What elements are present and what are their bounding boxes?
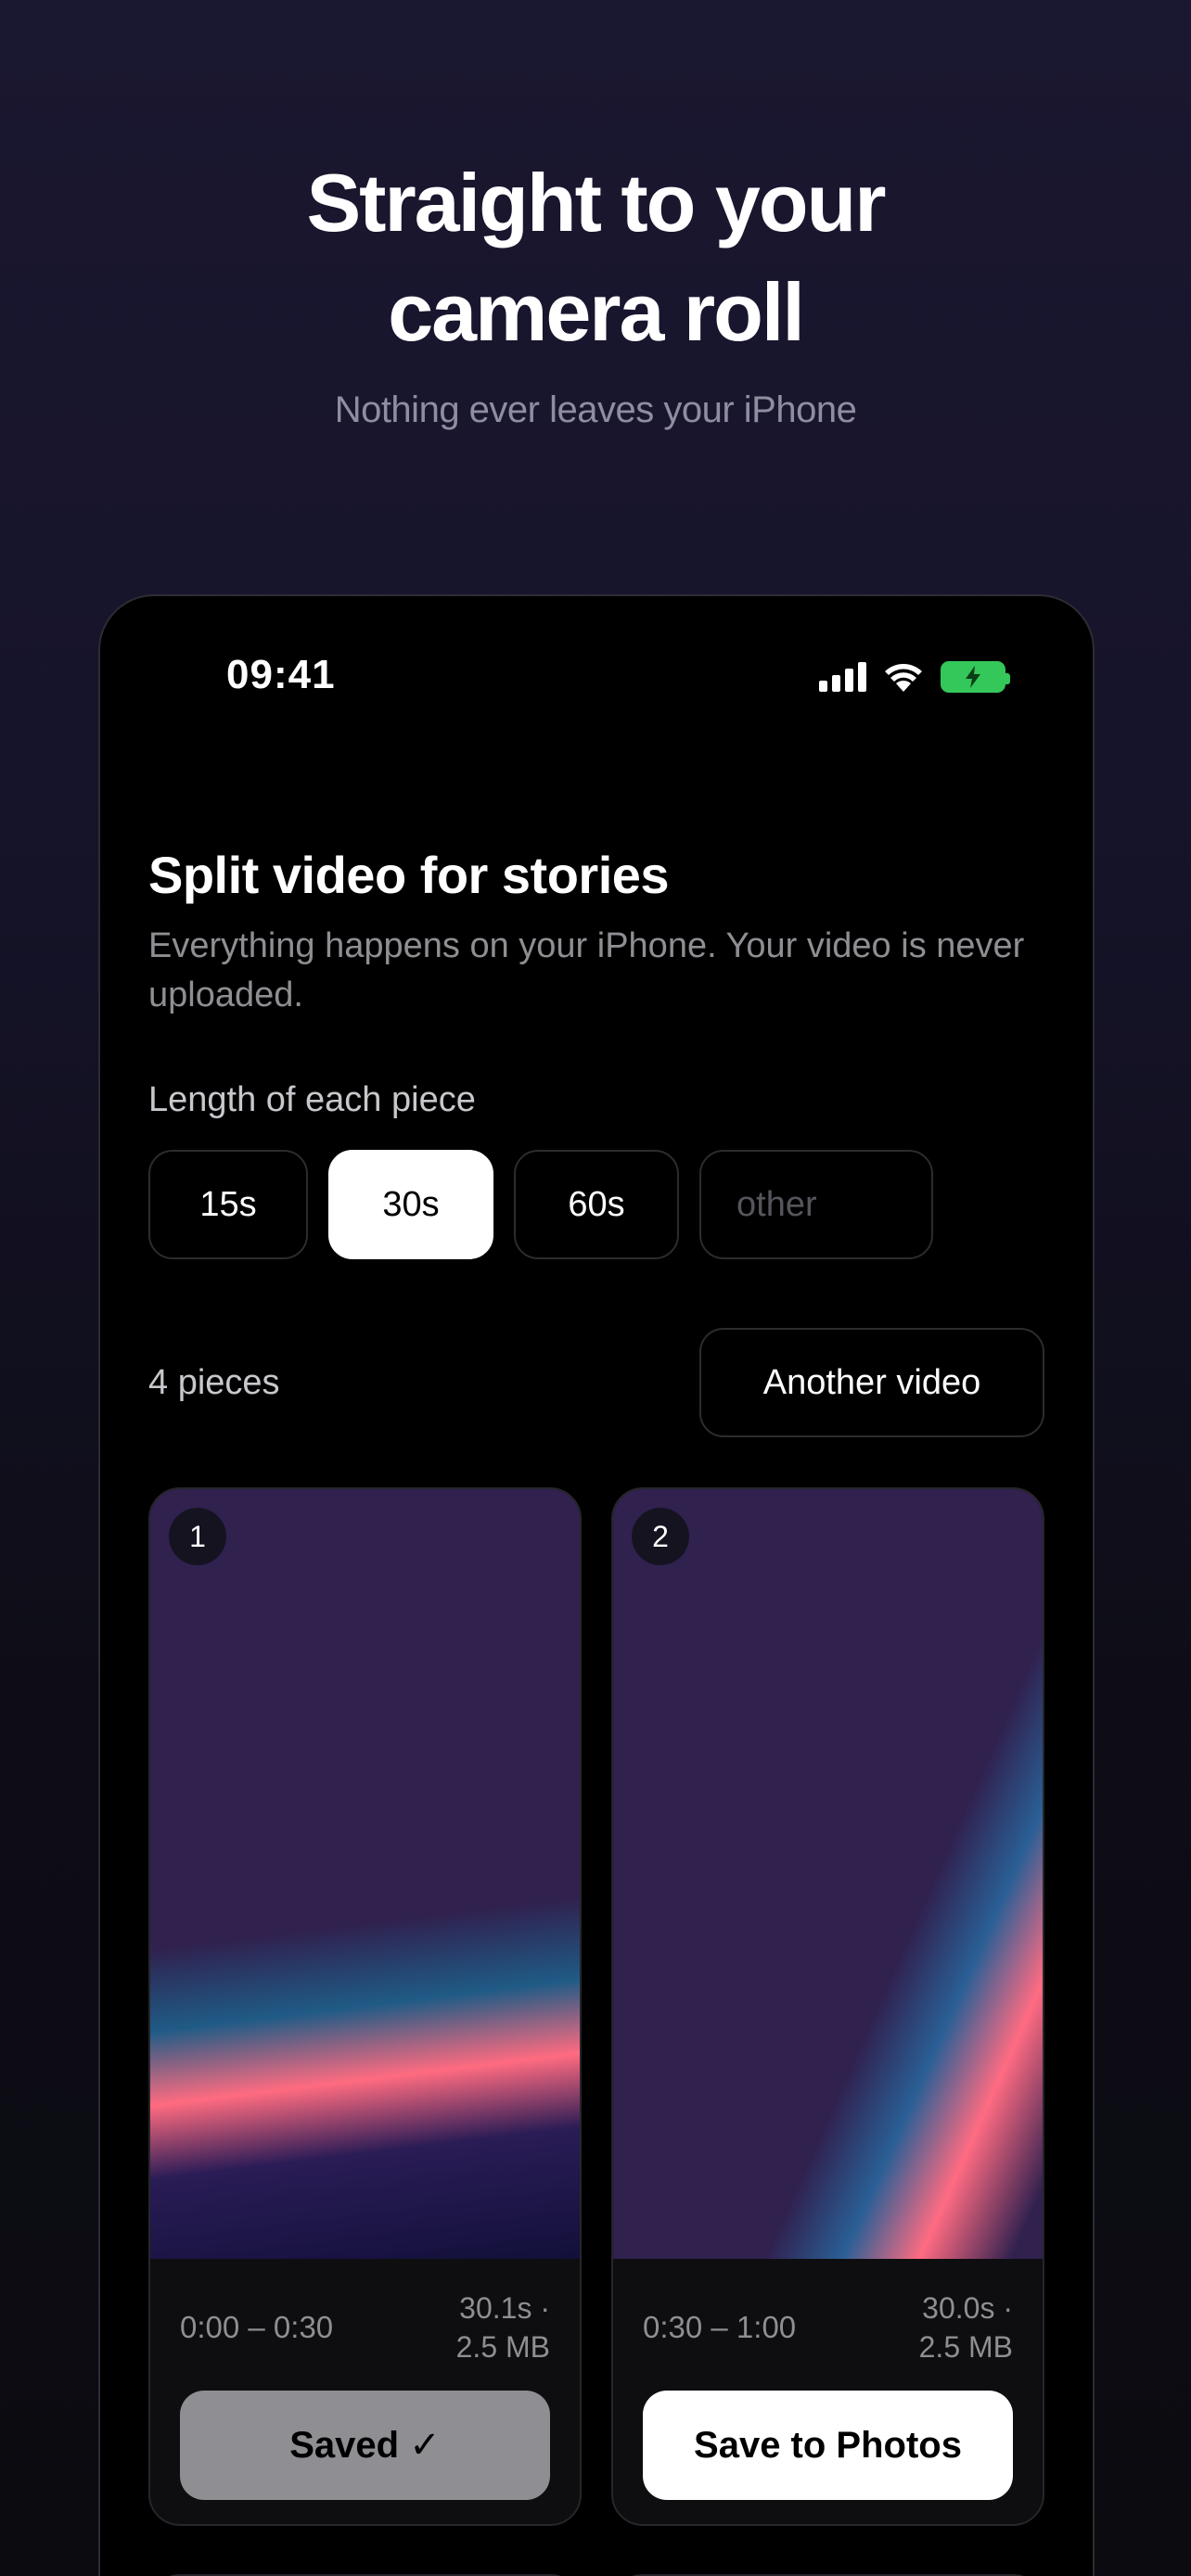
promo-subhead: Nothing ever leaves your iPhone: [334, 389, 857, 430]
length-options: 15s 30s 60s other: [148, 1150, 1044, 1259]
cellular-signal-icon: [819, 662, 866, 692]
length-label: Length of each piece: [148, 1080, 476, 1119]
piece-number-badge: 1: [169, 1508, 226, 1565]
screen-description: Everything happens on your iPhone. Your …: [148, 926, 1025, 1014]
length-chip-15s[interactable]: 15s: [148, 1150, 308, 1259]
phone-frame: 09:41 Split video for stories Everything…: [98, 594, 1095, 2576]
pieces-grid: 1 0:00 – 0:30 30.1s · 2.5 MB Saved ✓ 2 0…: [148, 1487, 1044, 2526]
piece-thumbnail[interactable]: 1: [150, 1489, 580, 2259]
piece-thumbnail[interactable]: 2: [613, 1489, 1043, 2259]
piece-card: 1 0:00 – 0:30 30.1s · 2.5 MB Saved ✓: [148, 1487, 582, 2526]
pieces-count: 4 pieces: [148, 1362, 280, 1402]
length-chip-60s[interactable]: 60s: [514, 1150, 679, 1259]
piece-meta: 0:00 – 0:30 30.1s · 2.5 MB: [150, 2259, 580, 2366]
length-chip-30s[interactable]: 30s: [328, 1150, 493, 1259]
wifi-icon: [885, 664, 922, 692]
piece-time-range: 0:30 – 1:00: [643, 2310, 797, 2344]
piece-size: 30.1s · 2.5 MB: [456, 2289, 550, 2366]
promo-headline: Straight to your camera roll: [0, 148, 1191, 367]
another-video-button[interactable]: Another video: [699, 1328, 1044, 1437]
saved-button[interactable]: Saved ✓: [180, 2391, 550, 2500]
piece-filesize: 2.5 MB: [455, 2330, 550, 2364]
split-screen-content: Split video for stories Everything happe…: [148, 810, 1044, 2576]
piece-meta: 0:30 – 1:00 30.0s · 2.5 MB: [613, 2259, 1043, 2366]
piece-duration: 30.1s ·: [459, 2291, 550, 2325]
status-icons: [819, 661, 1010, 693]
status-time: 09:41: [226, 652, 336, 697]
piece-size: 30.0s · 2.5 MB: [919, 2289, 1013, 2366]
piece-card: 2 0:30 – 1:00 30.0s · 2.5 MB Save to Pho…: [611, 1487, 1044, 2526]
promo-headline-line1: Straight to your: [306, 157, 886, 249]
piece-number-badge: 2: [632, 1508, 689, 1565]
battery-charging-icon: [941, 661, 1010, 693]
piece-filesize: 2.5 MB: [918, 2330, 1013, 2364]
custom-length-input[interactable]: other: [699, 1150, 933, 1259]
pieces-header: 4 pieces Another video: [148, 1328, 1044, 1437]
screen-title: Split video for stories: [148, 846, 670, 904]
piece-time-range: 0:00 – 0:30: [180, 2310, 334, 2344]
save-to-photos-button[interactable]: Save to Photos: [643, 2391, 1013, 2500]
promo-headline-line2: camera roll: [388, 266, 805, 358]
piece-duration: 30.0s ·: [922, 2291, 1013, 2325]
